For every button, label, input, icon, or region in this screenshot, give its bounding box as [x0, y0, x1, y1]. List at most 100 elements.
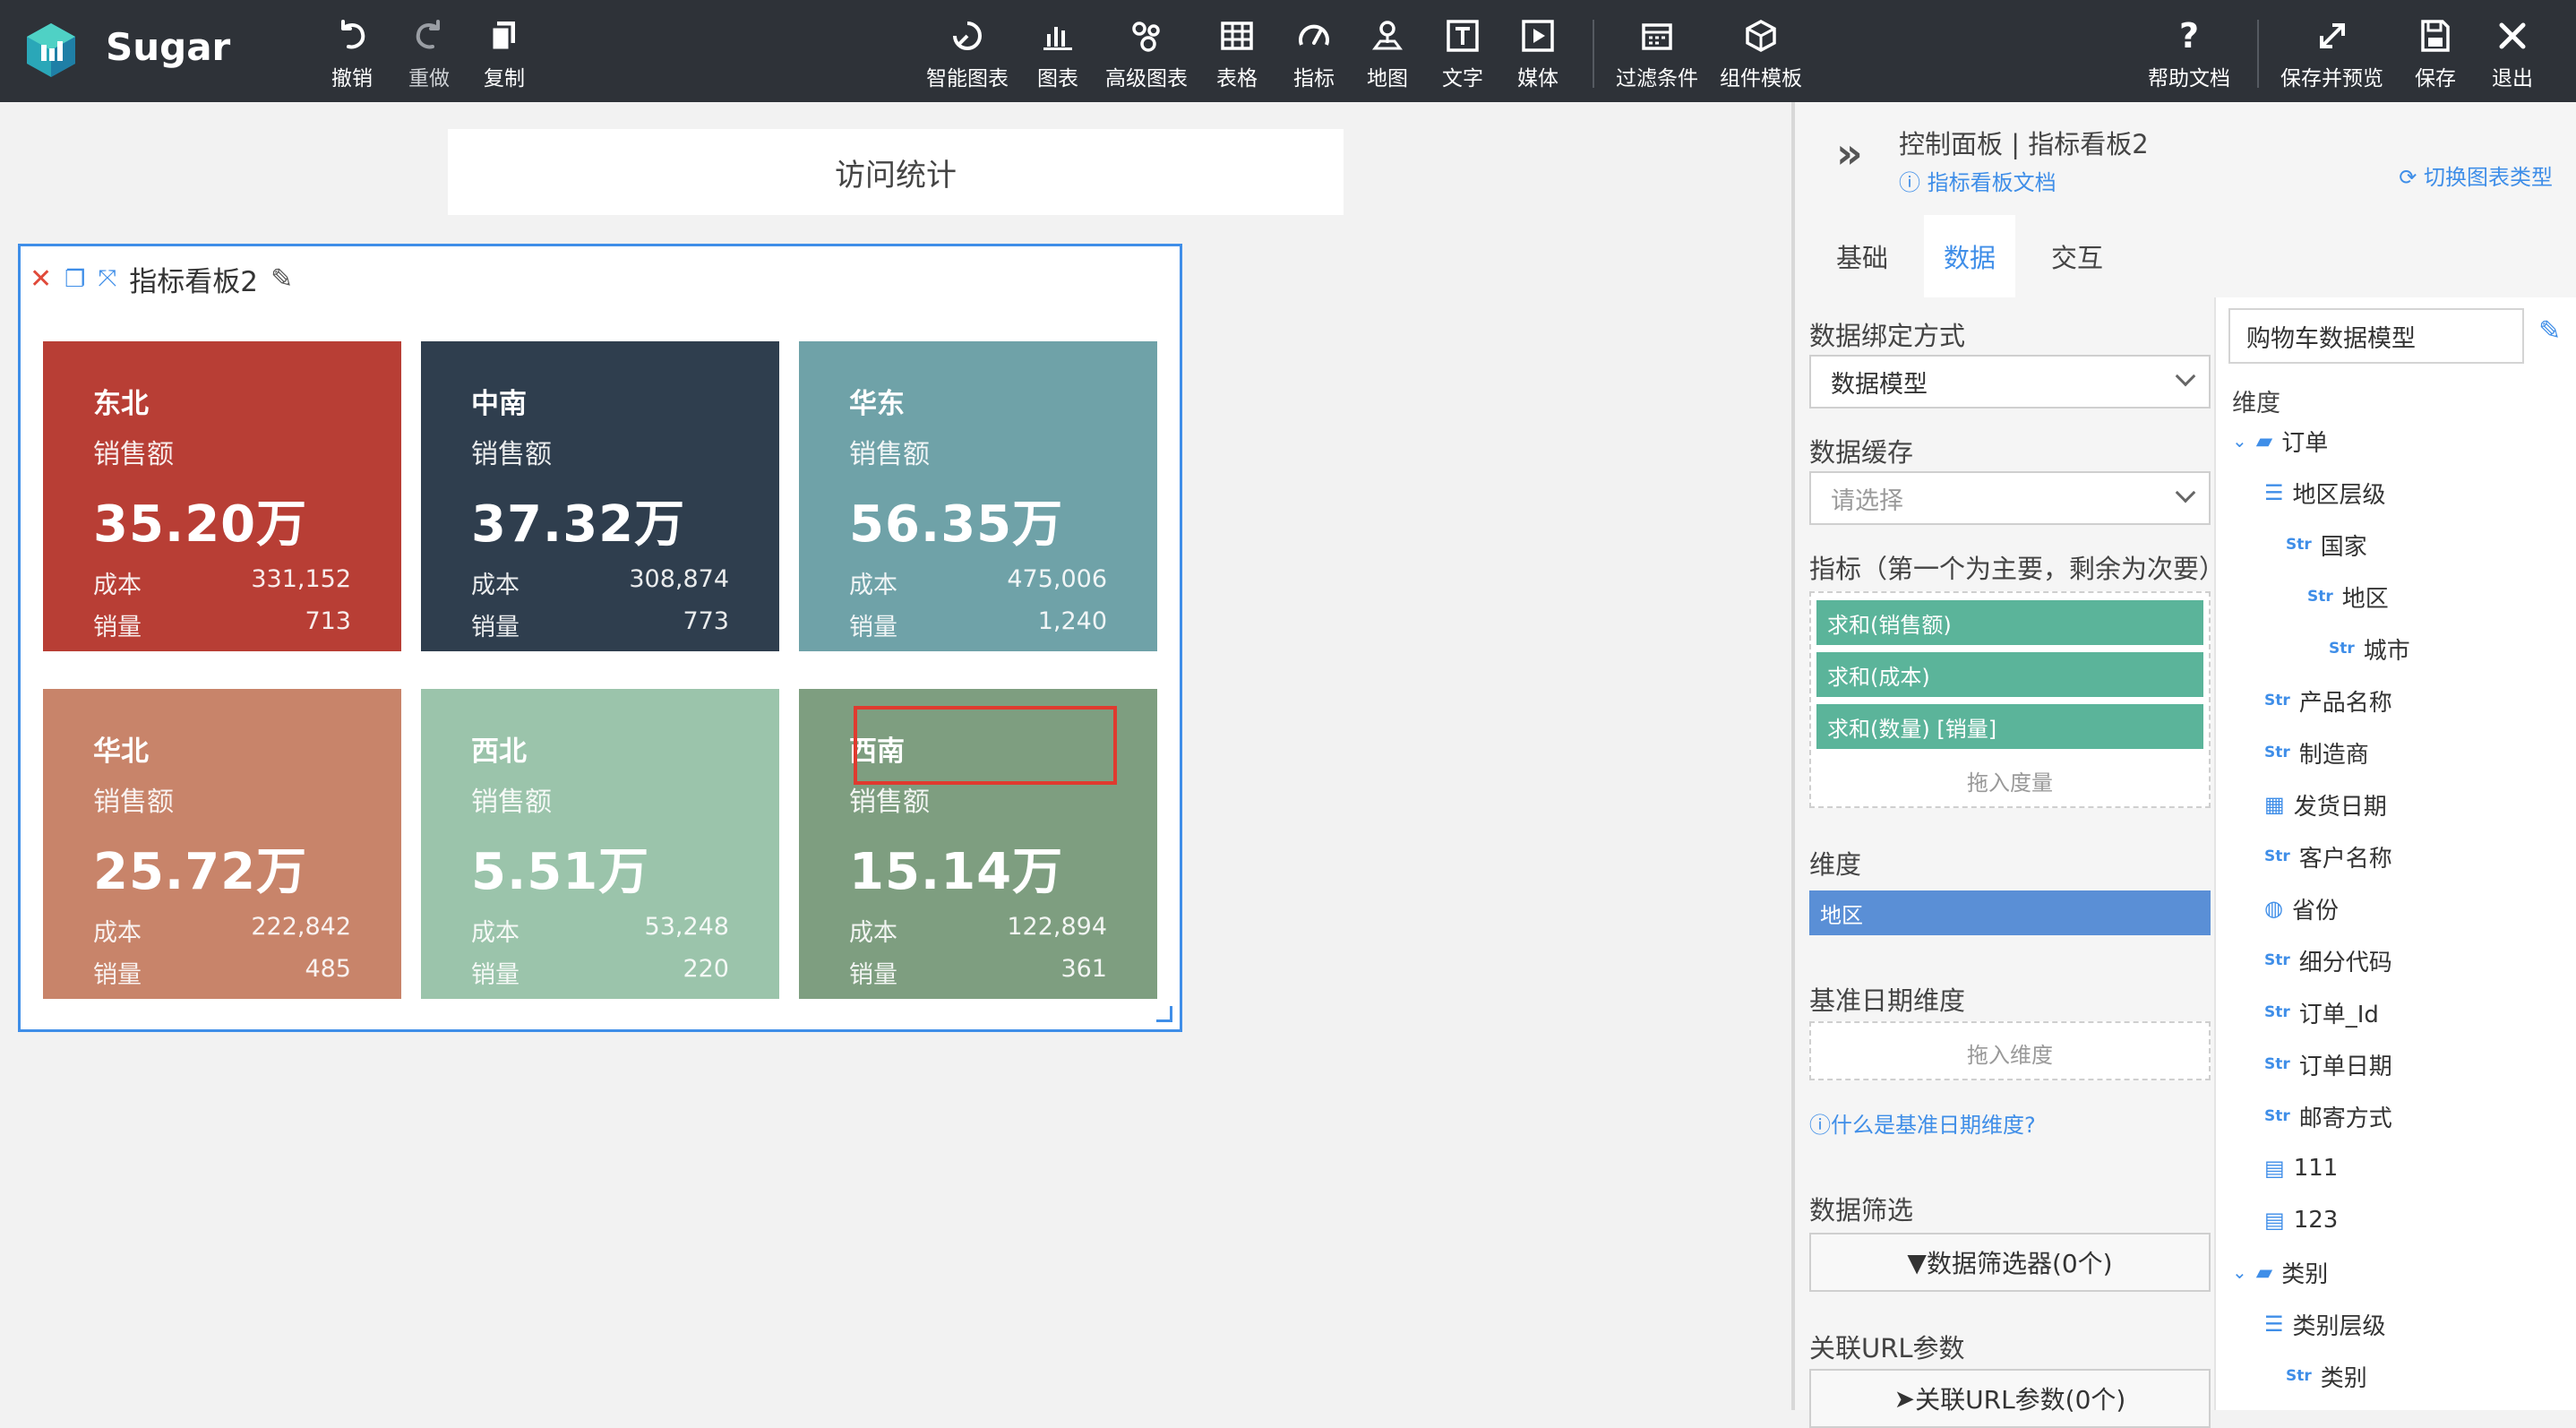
tree-item-product-name[interactable]: Str 产品名称: [2264, 679, 2392, 722]
url-params-label: 关联URL参数: [1809, 1333, 1965, 1363]
media-button[interactable]: 媒体: [1517, 13, 1558, 91]
tree-item-order-date[interactable]: Str 订单日期: [2264, 1043, 2392, 1086]
date-dimension-dropzone[interactable]: 拖入维度: [1809, 1021, 2211, 1080]
tab-interaction[interactable]: 交互: [2031, 215, 2123, 297]
kpi-metric-label: 销售额: [471, 787, 552, 818]
advanced-chart-button[interactable]: 高级图表: [1105, 13, 1188, 91]
switch-chart-type-link[interactable]: ⟳ 切换图表类型: [2399, 159, 2553, 191]
refresh-icon: ⟳: [2399, 165, 2424, 190]
smart-chart-button[interactable]: 智能图表: [926, 13, 1009, 91]
binding-select[interactable]: 数据模型: [1809, 355, 2211, 409]
dimension-pill[interactable]: 地区: [1809, 890, 2211, 935]
calculated-field-icon: ▤: [2264, 1156, 2285, 1181]
kpi-cost-value: 475,006: [1007, 565, 1107, 593]
exit-button[interactable]: 退出: [2492, 13, 2533, 91]
kpi-card-huabei[interactable]: 华北 销售额 25.72万 成本 222,842 销量 485: [43, 689, 401, 999]
measure-pill[interactable]: 求和(销售额): [1816, 600, 2203, 645]
kpi-metric-label: 销售额: [849, 439, 930, 470]
delete-widget-icon[interactable]: ✕: [30, 263, 52, 295]
brand-name: Sugar: [106, 25, 231, 69]
kpi-doc-link[interactable]: ⓘ 指标看板文档: [1899, 165, 2057, 196]
redo-icon: [411, 13, 447, 59]
kpi-board-panel[interactable]: ✕ ❐ ⤧ 指标看板2 ✎ 东北 销售额 35.20万 成本 331,152 销量…: [18, 244, 1182, 1032]
text-button[interactable]: 文字: [1442, 13, 1483, 91]
tree-item-country[interactable]: Str 国家: [2286, 523, 2367, 566]
tree-item-region[interactable]: Str 地区: [2307, 575, 2389, 618]
tree-item-111[interactable]: ▤ 111: [2264, 1147, 2338, 1190]
media-icon: [1520, 13, 1556, 59]
dimension-dropzone[interactable]: 地区: [1809, 885, 2211, 944]
table-button[interactable]: 表格: [1216, 13, 1258, 91]
string-type-icon: Str: [2264, 1055, 2290, 1073]
tree-item-order-id[interactable]: Str 订单_Id: [2264, 991, 2379, 1034]
component-template-icon: [1743, 13, 1779, 59]
measures-drop-hint: 拖入度量: [1967, 770, 2053, 796]
help-docs-button[interactable]: ? 帮助文档: [2148, 13, 2230, 91]
redo-button[interactable]: 重做: [408, 13, 450, 91]
data-filter-button[interactable]: ▼ 数据筛选器(0个): [1809, 1233, 2211, 1292]
map-button[interactable]: 地图: [1367, 13, 1408, 91]
kpi-cost-value: 222,842: [251, 913, 351, 941]
tree-item-customer-name[interactable]: Str 客户名称: [2264, 835, 2392, 878]
date-dimension-help-label: 什么是基准日期维度?: [1831, 1113, 2036, 1138]
hierarchy-icon: ☰: [2264, 480, 2284, 505]
tab-basic[interactable]: 基础: [1816, 215, 1908, 297]
duplicate-widget-icon[interactable]: ❐: [64, 266, 85, 293]
tree-label: 制造商: [2298, 741, 2369, 769]
cache-select[interactable]: 请选择: [1809, 471, 2211, 525]
edit-title-icon[interactable]: ✎: [270, 263, 293, 295]
collapse-panel-icon[interactable]: »: [1836, 129, 1863, 177]
edit-model-icon[interactable]: ✎: [2538, 315, 2561, 347]
data-model-input[interactable]: 购物车数据模型: [2228, 308, 2524, 364]
date-dimension-hint: 拖入维度: [1967, 1043, 2053, 1068]
tree-item-region-hierarchy[interactable]: ☰ 地区层级: [2264, 471, 2386, 514]
kpi-value: 37.32万: [471, 495, 686, 554]
tree-folder-order[interactable]: ⌄ ▰ 订单: [2232, 419, 2328, 462]
chevron-down-icon: ⌄: [2232, 1261, 2247, 1283]
save-button[interactable]: 保存: [2415, 13, 2456, 91]
tree-item-province[interactable]: ◍ 省份: [2264, 887, 2339, 930]
measure-pill[interactable]: 求和(数量) [销量]: [1816, 704, 2203, 749]
tree-item-category[interactable]: Str 类别: [2286, 1355, 2367, 1398]
tree-item-ship-date[interactable]: ▦ 发货日期: [2264, 783, 2387, 826]
kpi-card-zhongnan[interactable]: 中南 销售额 37.32万 成本 308,874 销量 773: [421, 341, 779, 651]
tree-item-category-hierarchy[interactable]: ☰ 类别层级: [2264, 1303, 2386, 1346]
kpi-qty-value: 773: [683, 607, 729, 635]
sugar-logo-icon: [27, 23, 75, 77]
copy-button[interactable]: 复制: [484, 13, 525, 91]
save-and-preview-button[interactable]: 保存并预览: [2280, 13, 2383, 91]
kpi-card-huadong[interactable]: 华东 销售额 56.35万 成本 475,006 销量 1,240: [799, 341, 1157, 651]
url-params-button[interactable]: ➤ 关联URL参数(0个): [1809, 1369, 2211, 1428]
kpi-qty-label: 销量: [471, 614, 519, 641]
tab-data[interactable]: 数据: [1924, 215, 2016, 297]
breadcrumb: 控制面板 | 指标看板2: [1899, 129, 2149, 159]
measure-pill[interactable]: 求和(成本): [1816, 652, 2203, 697]
measures-dropzone[interactable]: 求和(销售额) 求和(成本) 求和(数量) [销量] 拖入度量: [1809, 591, 2211, 808]
tree-folder-category[interactable]: ⌄ ▰ 类别: [2232, 1251, 2328, 1294]
tree-label: 邮寄方式: [2298, 1105, 2392, 1132]
tree-item-manufacturer[interactable]: Str 制造商: [2264, 731, 2369, 774]
tree-item-123[interactable]: ▤ 123: [2264, 1199, 2338, 1242]
top-toolbar: Sugar 撤销 重做 复制 智能图表 图表 高级图表 表格 指标 地图 文字: [0, 0, 2576, 102]
kpi-region: 中南: [471, 388, 527, 420]
kpi-metric-label: 销售额: [93, 439, 174, 470]
dashboard-title[interactable]: 访问统计: [448, 129, 1344, 215]
component-template-button[interactable]: 组件模板: [1720, 13, 1802, 91]
tree-item-city[interactable]: Str 城市: [2329, 627, 2410, 670]
date-dimension-help-link[interactable]: ⓘ什么是基准日期维度?: [1809, 1107, 2036, 1139]
kpi-card-xibei[interactable]: 西北 销售额 5.51万 成本 53,248 销量 220: [421, 689, 779, 999]
tree-item-ship-mode[interactable]: Str 邮寄方式: [2264, 1095, 2392, 1138]
chevron-down-icon: ⌄: [2232, 430, 2247, 452]
fullscreen-widget-icon[interactable]: ⤧: [98, 265, 116, 293]
filter-condition-button[interactable]: 过滤条件: [1616, 13, 1698, 91]
kpi-card-dongbei[interactable]: 东北 销售额 35.20万 成本 331,152 销量 713: [43, 341, 401, 651]
panel-title: 指标看板2: [129, 266, 258, 298]
chart-button[interactable]: 图表: [1037, 13, 1078, 91]
tree-item-segment-code[interactable]: Str 细分代码: [2264, 939, 2392, 982]
resize-handle[interactable]: [1156, 1006, 1172, 1022]
help-circle-icon: ⓘ: [1899, 170, 1928, 195]
indicator-button[interactable]: 指标: [1293, 13, 1335, 91]
undo-button[interactable]: 撤销: [331, 13, 373, 91]
tree-label: 客户名称: [2298, 845, 2392, 873]
copy-icon: [486, 13, 522, 59]
